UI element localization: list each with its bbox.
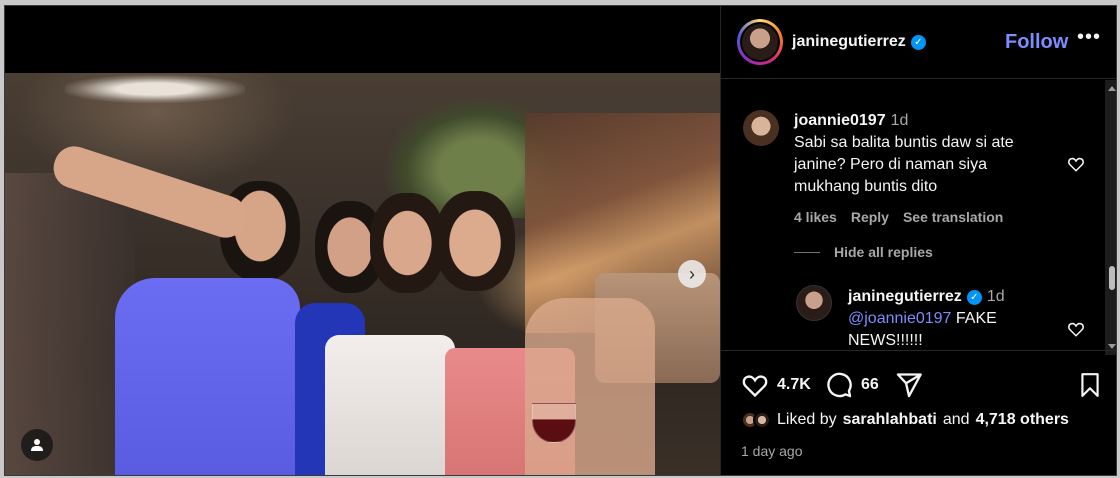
- user-icon: [31, 439, 43, 451]
- post-sidebar: janinegutierrez ✓ Follow ••• joannie0197…: [720, 6, 1116, 475]
- author-username[interactable]: janinegutierrez: [792, 33, 906, 51]
- heart-icon[interactable]: [741, 371, 769, 399]
- commenter-avatar[interactable]: [743, 110, 779, 146]
- scroll-up-arrow[interactable]: [1108, 86, 1116, 91]
- bookmark-icon[interactable]: [1077, 371, 1103, 399]
- scroll-down-arrow[interactable]: [1108, 344, 1116, 349]
- next-image-button[interactable]: ›: [678, 260, 706, 288]
- instagram-post-modal: › janinegutierrez ✓ Follow ••• joannie01…: [4, 5, 1117, 476]
- reply-username[interactable]: janinegutierrez: [848, 288, 962, 306]
- liked-by-summary: Liked by sarahlahbati and 4,718 others: [741, 411, 1069, 429]
- verified-icon: ✓: [910, 34, 926, 50]
- comment-action[interactable]: 66: [825, 371, 879, 399]
- comment-meta: 4 likes Reply See translation: [794, 209, 1003, 225]
- divider-line: [794, 251, 820, 253]
- author-username-link[interactable]: janinegutierrez ✓: [792, 33, 926, 51]
- liker-avatar: [753, 411, 771, 429]
- post-timestamp[interactable]: 1 day ago: [741, 443, 803, 459]
- liked-by-user-link[interactable]: sarahlahbati: [843, 411, 937, 429]
- liked-by-others-link[interactable]: 4,718 others: [976, 411, 1069, 429]
- post-photo: [5, 73, 720, 475]
- comment-header: joannie0197 1d: [794, 112, 908, 130]
- reply-button[interactable]: Reply: [851, 209, 889, 225]
- liked-by-prefix: Liked by: [777, 411, 837, 428]
- follow-button[interactable]: Follow: [1005, 31, 1068, 54]
- post-actions: 4.7K 66 Liked by sarahlahbati and 4,718 …: [721, 350, 1116, 475]
- post-media: ›: [5, 6, 720, 475]
- save-action[interactable]: [1077, 371, 1103, 404]
- comment-icon[interactable]: [825, 371, 853, 399]
- like-action[interactable]: 4.7K: [741, 371, 811, 399]
- share-icon[interactable]: [895, 371, 923, 399]
- commenter-username[interactable]: joannie0197: [794, 112, 886, 130]
- comments-section: joannie0197 1d Sabi sa balita buntis daw…: [721, 80, 1105, 350]
- reply-header: janinegutierrez ✓ 1d: [848, 288, 1005, 306]
- scroll-thumb[interactable]: [1109, 266, 1115, 290]
- verified-icon: ✓: [966, 289, 982, 305]
- comment-count[interactable]: 66: [861, 376, 879, 394]
- tagged-users-button[interactable]: [21, 429, 53, 461]
- hide-replies-button[interactable]: Hide all replies: [794, 244, 933, 260]
- heart-icon[interactable]: [1067, 155, 1085, 173]
- reply-time[interactable]: 1d: [987, 288, 1005, 306]
- see-translation-button[interactable]: See translation: [903, 209, 1003, 225]
- comment-text: Sabi sa balita buntis daw si ate janine?…: [794, 134, 1014, 195]
- comment-time[interactable]: 1d: [891, 112, 909, 130]
- comments-scrollbar[interactable]: [1105, 80, 1116, 355]
- reply-text: @joannie0197 FAKE NEWS!!!!!!: [848, 308, 1048, 350]
- comment-likes[interactable]: 4 likes: [794, 209, 837, 225]
- author-avatar[interactable]: [737, 19, 783, 65]
- reply-mention-link[interactable]: @joannie0197: [848, 310, 951, 327]
- heart-icon[interactable]: [1067, 320, 1085, 338]
- more-options-button[interactable]: •••: [1077, 26, 1101, 49]
- post-header: janinegutierrez ✓ Follow •••: [721, 6, 1116, 79]
- chevron-right-icon: ›: [689, 264, 695, 284]
- reply-avatar[interactable]: [796, 285, 832, 321]
- hide-replies-label: Hide all replies: [834, 244, 933, 260]
- share-action[interactable]: [895, 371, 923, 399]
- liked-by-middle: and: [942, 411, 970, 428]
- like-count[interactable]: 4.7K: [777, 376, 811, 394]
